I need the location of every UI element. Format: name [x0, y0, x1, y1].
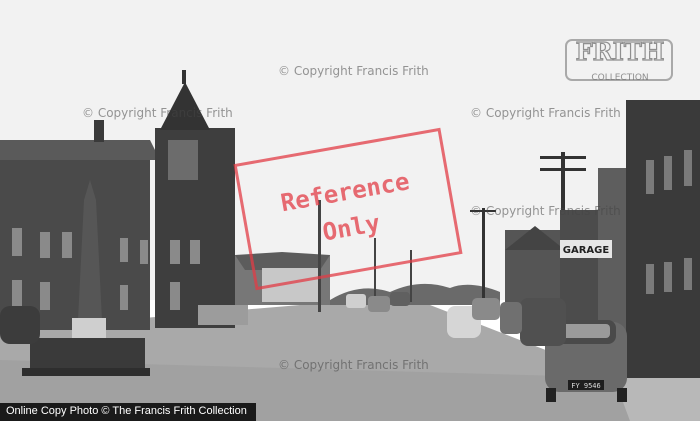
- svg-text:FY 9546: FY 9546: [571, 382, 601, 390]
- garage-sign: GARAGE: [563, 245, 610, 256]
- frith-collection-logo: FRITH COLLECTION: [575, 36, 665, 83]
- svg-text:GARAGE: GARAGE: [563, 245, 610, 256]
- copyright-watermark: © Copyright Francis Frith: [82, 106, 233, 120]
- number-plate: FY 9546: [571, 382, 601, 390]
- copyright-watermark: © Copyright Francis Frith: [470, 106, 621, 120]
- copyright-watermark: © Copyright Francis Frith: [278, 358, 429, 372]
- photo-viewer: © Copyright Francis Frith © Copyright Fr…: [0, 0, 700, 421]
- copyright-watermark: © Copyright Francis Frith: [278, 64, 429, 78]
- copyright-watermark: © Copyright Francis Frith: [470, 204, 621, 218]
- svg-text:FRITH: FRITH: [576, 37, 665, 66]
- footer-text: Online Copy Photo © The Francis Frith Co…: [6, 405, 247, 417]
- footer-bar: Online Copy Photo © The Francis Frith Co…: [0, 403, 256, 421]
- svg-text:COLLECTION: COLLECTION: [591, 73, 648, 83]
